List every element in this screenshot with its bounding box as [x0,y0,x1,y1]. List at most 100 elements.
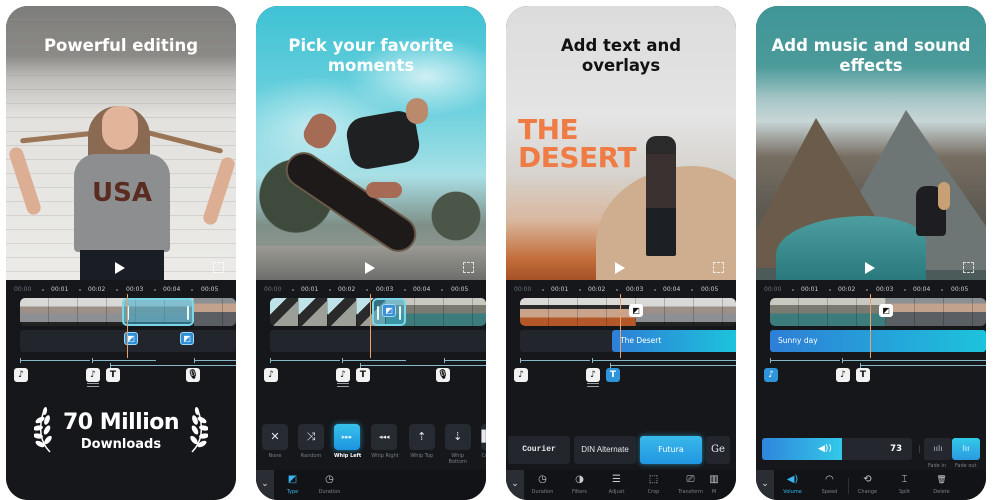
transition-random[interactable]: ⤨ Random [298,424,324,464]
tool-mask[interactable]: ▥ M [709,470,719,495]
video-clip-track[interactable] [520,298,736,326]
music-note-icon[interactable]: ♪ [14,368,28,382]
fade-out-button[interactable]: lıı [952,438,980,460]
whip-bottom-icon: ⇣ [444,424,471,450]
fullscreen-icon[interactable] [963,262,974,273]
tick-label: 00:02 [838,286,856,293]
timeline-editor: 00:00 00:01 00:02 00:03 00:04 00:05 [256,280,486,500]
tick-dot [154,289,156,291]
selected-clip[interactable] [122,298,194,326]
text-lane[interactable] [110,363,236,368]
transition-icon[interactable]: ◩ [382,304,396,317]
transition-icon[interactable]: ◩ [629,304,643,317]
font-option-futura[interactable]: Futura [640,436,702,464]
music-note-icon[interactable]: ♪ [836,368,850,382]
music-note-icon[interactable]: ♪ [514,368,528,382]
tool-volume[interactable]: ◀) Volume [774,470,811,495]
music-note-icon[interactable]: ♪ [86,368,100,382]
clock-icon: ◷ [325,474,334,485]
music-note-icon[interactable]: ♪ [264,368,278,382]
fullscreen-icon[interactable] [463,262,474,273]
screenshot-panel-text-overlays: Add text and overlays THE DESERT 00:00 0… [506,6,736,500]
audio-lane[interactable] [270,358,340,363]
transition-icon[interactable]: ◩ [180,332,194,345]
text-icon[interactable]: T [106,368,120,382]
tool-crop[interactable]: ⬚ Crop [635,470,672,495]
tool-split[interactable]: ⌶ Split [886,470,923,495]
audio-lane[interactable] [520,358,590,363]
audio-lane[interactable] [842,358,986,363]
tick-dot [404,289,406,291]
music-note-icon[interactable]: ♪ [336,368,350,382]
microphone-icon[interactable]: 🎙 [186,368,200,382]
video-clip-track[interactable] [770,298,986,326]
audio-lane[interactable] [770,358,840,363]
chevron-down-icon[interactable]: ⌄ [756,470,774,500]
timeline-ruler: 00:00 00:01 00:02 00:03 00:04 00:05 [514,286,736,296]
tool-filters[interactable]: ◑ Filters [561,470,598,495]
tool-change[interactable]: ⟲ Change [849,470,886,495]
microphone-icon[interactable]: 🎙 [436,368,450,382]
transition-type-icon: ◩ [287,474,298,485]
volume-slider[interactable]: ◀)) 73 [762,438,912,460]
music-note-icon[interactable]: ♪ [764,368,778,382]
overlay-title-text[interactable]: THE DESERT [518,116,638,172]
font-option-din-alternate[interactable]: DIN Alternate [574,436,636,464]
audio-lane[interactable] [342,358,406,363]
tool-duration[interactable]: ◷ Duration [524,470,561,495]
play-icon[interactable] [865,262,875,274]
chevron-down-icon[interactable]: ⌄ [506,470,524,500]
transition-cross[interactable]: ▌ Cro [480,424,486,464]
transition-whip-bottom[interactable]: ⇣ Whip Bottom [444,424,471,465]
panel-headline: Pick your favorite moments [288,36,454,75]
playhead[interactable] [870,294,871,358]
text-icon[interactable]: T [606,368,620,382]
fullscreen-icon[interactable] [713,262,724,273]
video-preview: Pick your favorite moments [256,6,486,280]
audio-lane[interactable] [592,358,736,363]
speaker-icon[interactable]: ◀)) [818,438,832,460]
audio-clip[interactable]: Sunny day [770,330,986,352]
tool-speed[interactable]: ◠ Speed [811,470,848,495]
audio-lane[interactable] [20,358,90,363]
transition-whip-top[interactable]: ⇡ Whip Top [408,424,435,464]
text-lane[interactable] [860,363,986,368]
audio-lane[interactable] [194,358,236,363]
transition-none[interactable]: ✕ None [262,424,288,464]
tool-transform[interactable]: ⎚ Transform [672,470,709,495]
clip-thumbnail [973,298,986,326]
playhead[interactable] [370,294,371,358]
text-lane[interactable] [610,363,736,368]
tool-type[interactable]: ◩ Type [274,470,311,495]
fullscreen-icon[interactable] [213,262,224,273]
transition-icon[interactable]: ◩ [879,304,893,317]
text-lane[interactable] [360,363,486,368]
screenshot-panel-powerful-editing: Powerful editing USA 00:00 00:01 00:02 0… [6,6,236,500]
audio-lane[interactable] [92,358,156,363]
play-icon[interactable] [365,262,375,274]
font-option-courier[interactable]: Courier [508,436,570,464]
chevron-down-icon[interactable]: ⌄ [256,470,274,500]
play-icon[interactable] [115,262,125,274]
audio-lane[interactable] [444,358,486,363]
transition-whip-right[interactable]: ◂◂◂ Whip Right [371,424,399,464]
whip-left-icon: ▸▸▸ [334,424,360,450]
play-icon[interactable] [615,262,625,274]
trim-handle-right[interactable] [399,306,401,320]
overlay-track[interactable] [270,330,486,352]
text-icon[interactable]: T [856,368,870,382]
font-option-georgia[interactable]: Ge [706,436,730,464]
playhead[interactable] [620,294,621,358]
tool-duration[interactable]: ◷ Duration [311,470,348,495]
trim-handle-left[interactable] [377,306,379,320]
music-note-icon[interactable]: ♪ [586,368,600,382]
playhead[interactable] [127,294,128,358]
tool-delete[interactable]: 🗑 Delete [923,470,960,495]
transition-whip-left[interactable]: ▸▸▸ Whip Left [334,424,361,464]
tool-adjust[interactable]: ☰ Adjust [598,470,635,495]
fade-in-button[interactable]: ıılı [924,438,952,460]
trim-handle-right[interactable] [187,306,189,320]
text-icon[interactable]: T [356,368,370,382]
timeline-editor: 00:00 00:01 00:02 00:03 00:04 00:05 ◩ Su… [756,280,986,500]
text-clip[interactable]: The Desert [612,330,736,352]
